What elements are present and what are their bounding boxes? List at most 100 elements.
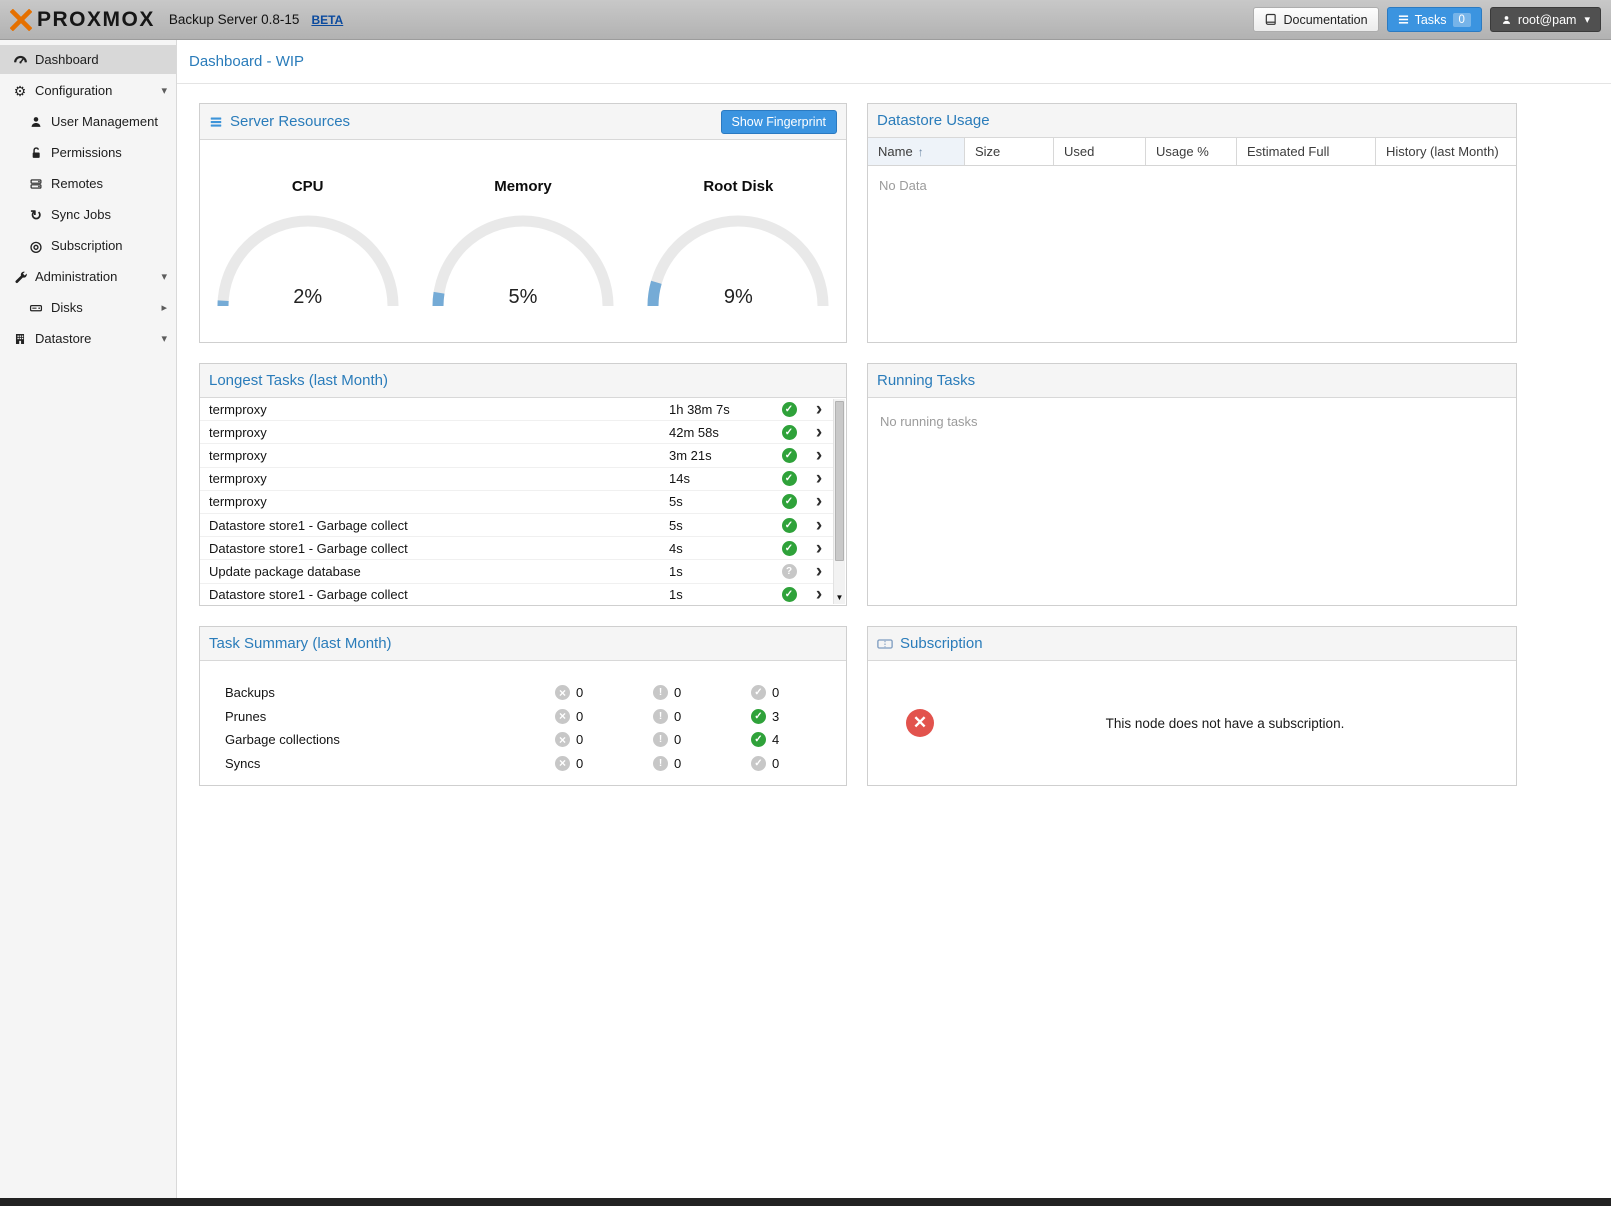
tasks-label: Tasks bbox=[1415, 13, 1447, 27]
warning-icon bbox=[653, 685, 668, 700]
error-icon bbox=[555, 756, 570, 771]
status-ok-icon bbox=[782, 402, 797, 417]
chevron-right-icon[interactable] bbox=[816, 585, 822, 604]
beta-link[interactable]: BETA bbox=[311, 13, 343, 27]
column-header-used[interactable]: Used bbox=[1054, 138, 1146, 165]
gauge-label: CPU bbox=[200, 178, 415, 195]
tasks-button[interactable]: Tasks 0 bbox=[1387, 7, 1482, 32]
chevron-right-icon[interactable] bbox=[816, 539, 822, 558]
chevron-right-icon[interactable] bbox=[816, 492, 822, 511]
ok-icon bbox=[751, 709, 766, 724]
chevron-right-icon[interactable] bbox=[161, 301, 167, 314]
scroll-down-arrow-icon[interactable] bbox=[834, 591, 845, 604]
summary-row: Garbage collections 0 0 4 bbox=[225, 728, 846, 752]
building-icon bbox=[12, 331, 28, 347]
scrollbar[interactable] bbox=[833, 399, 845, 604]
sidebar-item-subscription[interactable]: ◎ Subscription bbox=[0, 231, 176, 260]
warning-count: 0 bbox=[674, 709, 681, 724]
user-menu-button[interactable]: root@pam bbox=[1490, 7, 1601, 32]
task-name: Datastore store1 - Garbage collect bbox=[209, 518, 669, 533]
status-ok-icon bbox=[782, 425, 797, 440]
sort-asc-icon bbox=[913, 144, 924, 159]
show-fingerprint-button[interactable]: Show Fingerprint bbox=[721, 110, 838, 134]
chevron-right-icon[interactable] bbox=[816, 516, 822, 535]
warning-icon bbox=[653, 732, 668, 747]
brand-text: PROXMOX bbox=[37, 8, 155, 32]
unlock-icon bbox=[28, 145, 44, 161]
sidebar-item-dashboard[interactable]: Dashboard bbox=[0, 45, 176, 74]
sidebar-item-remotes[interactable]: Remotes bbox=[0, 169, 176, 198]
ok-icon bbox=[751, 756, 766, 771]
sidebar-item-configuration[interactable]: ⚙ Configuration bbox=[0, 76, 176, 105]
product-version: Backup Server 0.8-15 bbox=[169, 12, 300, 27]
chevron-right-icon[interactable] bbox=[816, 423, 822, 442]
task-row[interactable]: Datastore store1 - Garbage collect 4s bbox=[200, 537, 834, 560]
ok-count: 4 bbox=[772, 732, 779, 747]
cpu-gauge: CPU 2% bbox=[200, 178, 415, 309]
task-duration: 14s bbox=[669, 471, 774, 486]
sidebar-item-datastore[interactable]: Datastore bbox=[0, 324, 176, 353]
task-row[interactable]: termproxy 42m 58s bbox=[200, 421, 834, 444]
task-duration: 1h 38m 7s bbox=[669, 402, 774, 417]
task-row[interactable]: termproxy 5s bbox=[200, 491, 834, 514]
chevron-down-icon[interactable] bbox=[161, 84, 167, 97]
gauge-label: Root Disk bbox=[631, 178, 846, 195]
documentation-button[interactable]: Documentation bbox=[1253, 7, 1378, 32]
datastore-usage-panel: Datastore Usage Name Size Used Usage % E… bbox=[867, 103, 1517, 343]
sidebar-item-label: Disks bbox=[51, 300, 83, 315]
longest-tasks-list: termproxy 1h 38m 7s termproxy 42m 58s bbox=[200, 398, 846, 606]
empty-state-text: No Data bbox=[868, 166, 1516, 205]
chevron-right-icon[interactable] bbox=[816, 446, 822, 465]
task-row[interactable]: termproxy 14s bbox=[200, 468, 834, 491]
sidebar-item-administration[interactable]: Administration bbox=[0, 262, 176, 291]
page-title-bar: Dashboard - WIP bbox=[177, 40, 1611, 84]
task-summary-panel: Task Summary (last Month) Backups 0 0 0 … bbox=[199, 626, 847, 786]
column-header-name[interactable]: Name bbox=[868, 138, 965, 165]
scrollbar-thumb[interactable] bbox=[835, 401, 844, 561]
chevron-right-icon[interactable] bbox=[816, 400, 822, 419]
sidebar-item-label: User Management bbox=[51, 114, 158, 129]
summary-row: Prunes 0 0 3 bbox=[225, 705, 846, 729]
server-icon bbox=[28, 176, 44, 192]
panel-title: Longest Tasks (last Month) bbox=[209, 372, 388, 389]
error-count: 0 bbox=[576, 732, 583, 747]
column-header-estimated-full[interactable]: Estimated Full bbox=[1237, 138, 1376, 165]
summary-label: Backups bbox=[225, 685, 555, 700]
proxmox-logo: PROXMOX bbox=[10, 8, 155, 32]
task-row[interactable]: termproxy 1h 38m 7s bbox=[200, 398, 834, 421]
status-ok-icon bbox=[782, 448, 797, 463]
sidebar-item-sync-jobs[interactable]: ↻ Sync Jobs bbox=[0, 200, 176, 229]
user-icon bbox=[1501, 14, 1512, 26]
column-header-usage-percent[interactable]: Usage % bbox=[1146, 138, 1237, 165]
sidebar-item-disks[interactable]: Disks bbox=[0, 293, 176, 322]
chevron-right-icon[interactable] bbox=[816, 469, 822, 488]
task-row[interactable]: termproxy 3m 21s bbox=[200, 444, 834, 467]
summary-label: Syncs bbox=[225, 756, 555, 771]
sidebar-item-permissions[interactable]: Permissions bbox=[0, 138, 176, 167]
error-icon bbox=[555, 732, 570, 747]
task-duration: 3m 21s bbox=[669, 448, 774, 463]
task-row[interactable]: Datastore store1 - Garbage collect 5s bbox=[200, 514, 834, 537]
task-name: Datastore store1 - Garbage collect bbox=[209, 541, 669, 556]
panel-title: Server Resources bbox=[230, 113, 350, 130]
tachometer-icon bbox=[12, 52, 28, 68]
column-header-size[interactable]: Size bbox=[965, 138, 1054, 165]
error-icon bbox=[555, 709, 570, 724]
task-row[interactable]: Datastore store1 - Garbage collect 1s bbox=[200, 584, 834, 607]
book-icon bbox=[1264, 13, 1277, 26]
sidebar-item-label: Remotes bbox=[51, 176, 103, 191]
error-count: 0 bbox=[576, 709, 583, 724]
memory-gauge: Memory 5% bbox=[415, 178, 630, 309]
sidebar-item-label: Datastore bbox=[35, 331, 91, 346]
sync-icon: ↻ bbox=[28, 207, 44, 223]
chevron-down-icon[interactable] bbox=[161, 332, 167, 345]
proxmox-x-icon bbox=[10, 9, 32, 31]
panel-title: Subscription bbox=[900, 635, 983, 652]
column-header-history[interactable]: History (last Month) bbox=[1376, 138, 1516, 165]
chevron-down-icon[interactable] bbox=[161, 270, 167, 283]
task-row[interactable]: Update package database 1s bbox=[200, 560, 834, 583]
gears-icon: ⚙ bbox=[12, 83, 28, 99]
subscription-panel: Subscription This node does not have a s… bbox=[867, 626, 1517, 786]
sidebar-item-user-management[interactable]: User Management bbox=[0, 107, 176, 136]
chevron-right-icon[interactable] bbox=[816, 562, 822, 581]
